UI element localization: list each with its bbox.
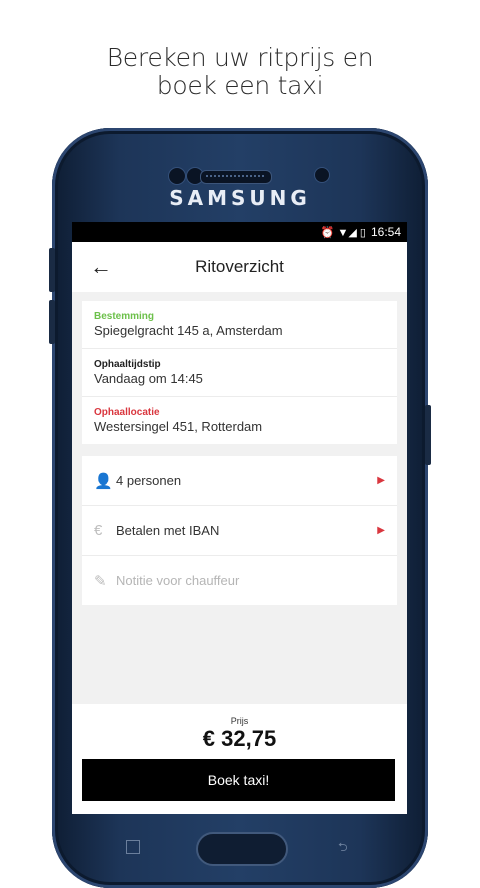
payment-row[interactable]: € Betalen met IBAN ▶ xyxy=(82,506,397,556)
promo-line-2: boek een taxi xyxy=(156,71,324,100)
chevron-right-icon: ▶ xyxy=(377,475,385,486)
app-screen: ⏰ ▼◢ ▯ 16:54 ← Ritoverzicht Bestemming S… xyxy=(72,222,407,814)
person-icon: 👤 xyxy=(94,472,113,490)
payment-label: Betalen met IBAN xyxy=(116,523,220,538)
power-key xyxy=(425,405,431,465)
euro-icon: € xyxy=(94,522,103,539)
speaker-grille xyxy=(206,175,264,177)
front-camera-icon xyxy=(314,167,330,183)
chevron-right-icon: ▶ xyxy=(377,525,385,536)
note-row[interactable]: ✎ Notitie voor chauffeur xyxy=(82,556,397,605)
price-label: Prijs xyxy=(230,716,249,726)
book-taxi-button[interactable]: Boek taxi! xyxy=(82,759,395,801)
promo-line-1: Bereken uw ritprijs en xyxy=(106,43,374,72)
back-key-icon[interactable]: ⮌ xyxy=(338,838,348,859)
page-title: Ritoverzicht xyxy=(195,257,284,276)
pickup-time-value: Vandaag om 14:45 xyxy=(94,371,203,386)
volume-down-key xyxy=(49,300,55,344)
destination-value: Spiegelgracht 145 a, Amsterdam xyxy=(94,323,283,338)
price-value: € 32,75 xyxy=(202,726,277,751)
booking-footer: Prijs € 32,75 Boek taxi! xyxy=(72,704,407,814)
volume-up-key xyxy=(49,248,55,292)
persons-row[interactable]: 👤 4 personen ▶ xyxy=(82,456,397,506)
home-button[interactable] xyxy=(196,832,288,866)
sensor-icon xyxy=(168,167,186,185)
back-arrow-icon[interactable]: ← xyxy=(90,254,112,280)
pickup-location-row[interactable]: Ophaallocatie Westersingel 451, Rotterda… xyxy=(82,397,397,444)
note-input[interactable]: Notitie voor chauffeur xyxy=(116,573,385,588)
address-card: Bestemming Spiegelgracht 145 a, Amsterda… xyxy=(82,301,397,444)
options-card: 👤 4 personen ▶ € Betalen met IBAN ▶ ✎ No… xyxy=(82,456,397,605)
status-icons: ⏰ ▼◢ ▯ xyxy=(320,226,366,239)
pencil-icon: ✎ xyxy=(94,572,107,590)
status-time: 16:54 xyxy=(370,225,401,239)
destination-row[interactable]: Bestemming Spiegelgracht 145 a, Amsterda… xyxy=(82,301,397,349)
destination-label: Bestemming xyxy=(94,311,155,322)
pickup-time-label: Ophaaltijdstip xyxy=(94,359,161,370)
earpiece-speaker xyxy=(200,170,272,184)
pickup-location-label: Ophaallocatie xyxy=(94,407,160,418)
pickup-time-row[interactable]: Ophaaltijdstip Vandaag om 14:45 xyxy=(82,349,397,397)
app-bar: ← Ritoverzicht xyxy=(72,242,407,292)
recent-apps-key[interactable] xyxy=(126,840,140,854)
device-brand-logo: SAMSUNG xyxy=(169,186,311,210)
persons-label: 4 personen xyxy=(116,473,182,488)
promo-headline: Bereken uw ritprijs en boek een taxi xyxy=(0,44,480,100)
status-bar: ⏰ ▼◢ ▯ 16:54 xyxy=(72,222,407,242)
pickup-location-value: Westersingel 451, Rotterdam xyxy=(94,419,263,434)
